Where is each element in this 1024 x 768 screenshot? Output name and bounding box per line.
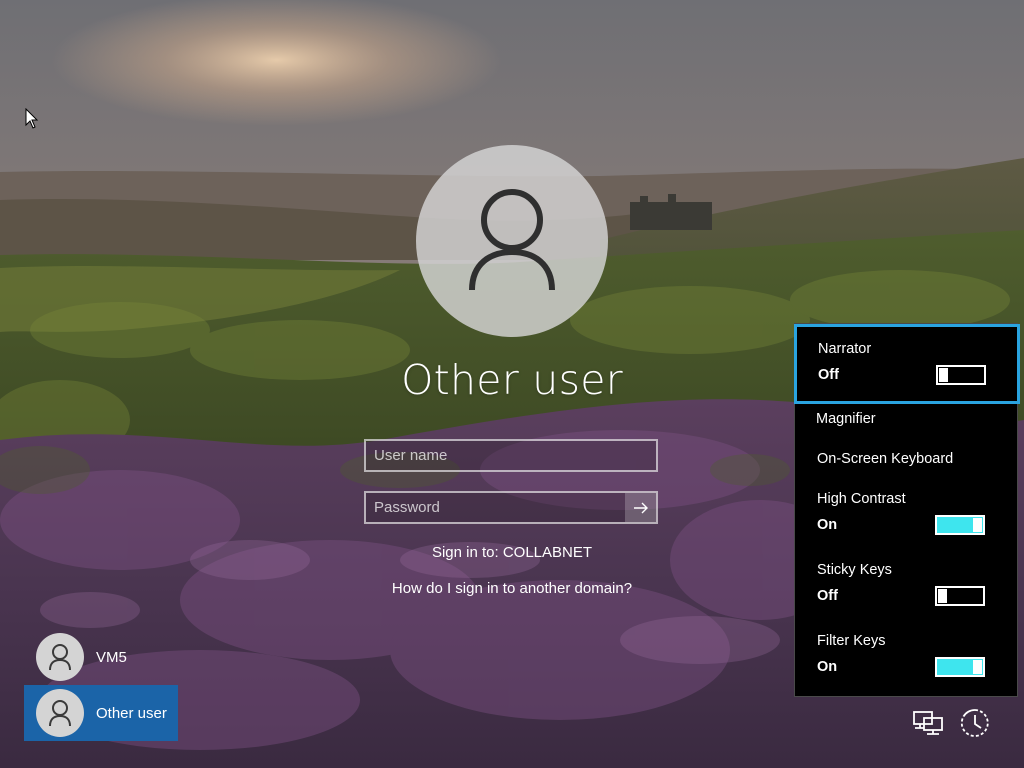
avatar <box>36 689 84 737</box>
toggle-thumb <box>973 518 982 532</box>
ease-item-state: Off <box>817 588 838 604</box>
ease-item-label: High Contrast <box>817 491 906 507</box>
ease-item-high-contrast[interactable]: High Contrast On <box>795 491 1017 541</box>
ease-item-narrator[interactable]: Narrator Off <box>794 324 1020 404</box>
high-contrast-toggle[interactable] <box>935 515 985 535</box>
ease-of-access-icon <box>960 709 989 737</box>
ease-of-access-button[interactable] <box>958 706 992 740</box>
user-silhouette-icon <box>469 189 555 291</box>
mouse-cursor-icon <box>25 108 39 129</box>
ease-item-state: Off <box>818 367 839 383</box>
ease-item-label: Sticky Keys <box>817 562 892 578</box>
network-button[interactable] <box>911 706 945 740</box>
ease-item-filter-keys[interactable]: Filter Keys On <box>795 633 1017 683</box>
toggle-thumb <box>938 589 947 603</box>
user-name: VM5 <box>96 648 127 666</box>
ease-item-label: Filter Keys <box>817 633 886 649</box>
ease-item-label: Narrator <box>818 341 872 357</box>
sticky-keys-toggle[interactable] <box>935 586 985 606</box>
user-name: Other user <box>96 704 167 722</box>
user-tile-other-user[interactable]: Other user <box>24 685 178 741</box>
arrow-right-icon <box>633 502 648 513</box>
ease-item-label: Magnifier <box>816 411 876 427</box>
ease-item-sticky-keys[interactable]: Sticky Keys Off <box>795 562 1017 612</box>
ease-item-state: On <box>817 517 838 533</box>
network-icon <box>913 711 943 735</box>
password-input[interactable] <box>366 493 626 522</box>
avatar <box>36 633 84 681</box>
username-input[interactable] <box>366 441 656 470</box>
toggle-thumb <box>973 660 982 674</box>
ease-item-label: On-Screen Keyboard <box>817 451 954 467</box>
narrator-toggle[interactable] <box>936 365 986 385</box>
username-field-wrapper <box>364 439 658 472</box>
user-tile-vm5[interactable]: VM5 <box>24 629 178 685</box>
user-silhouette-icon <box>49 644 71 671</box>
user-avatar <box>416 145 608 337</box>
filter-keys-toggle[interactable] <box>935 657 985 677</box>
toggle-thumb <box>939 368 948 382</box>
user-silhouette-icon <box>49 700 71 727</box>
submit-button[interactable] <box>625 493 656 522</box>
password-field-wrapper <box>364 491 658 524</box>
ease-of-access-panel: Narrator Off Magnifier On-Screen Keyboar… <box>794 323 1020 697</box>
ease-item-state: On <box>817 659 838 675</box>
